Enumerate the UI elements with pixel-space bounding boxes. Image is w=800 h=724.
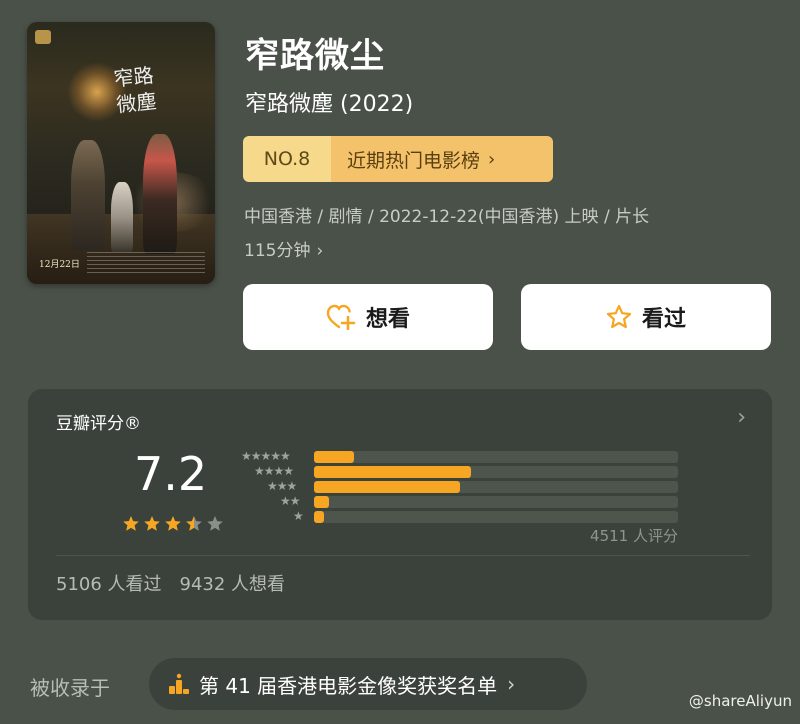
rating-bar-fill [314,466,471,478]
want-count: 9432 人想看 [179,574,286,595]
award-list-text: 第 41 届香港电影金像奖获奖名单 [199,673,498,698]
watched-count: 5106 人看过 [56,574,162,595]
movie-original-title: 窄路微塵 (2022) [245,92,414,117]
rating-bar-fill [314,511,324,523]
rating-star-icon [164,515,182,536]
poster-credits [87,252,205,276]
rank-badge[interactable]: NO.8 近期热门电影榜 › [243,136,553,182]
rating-star-icon [206,515,224,536]
watched-button[interactable]: 看过 [521,284,771,350]
rank-number: NO.8 [243,136,331,182]
rating-bar-track [314,511,678,523]
runtime-text: 115分钟 [244,241,311,261]
rating-star-icon [185,515,203,536]
rating-star-icon [122,515,140,536]
rating-bar-fill [314,481,460,493]
meta-line-1: 中国香港 / 剧情 / 2022-12-22(中国香港) 上映 / 片长 [244,207,650,227]
want-label: 想看 [365,307,410,332]
rank-list-label: 近期热门电影榜 › [331,136,553,182]
watched-label: 看过 [641,307,686,332]
poster-calligraphy-title: 窄路微塵 [112,63,158,117]
rating-bar-track [314,451,678,463]
rating-bar-fill [314,451,355,463]
poster-figure-woman [143,134,177,254]
rating-distribution-stars: ★★★★ [254,464,294,478]
rating-distribution-stars: ★★★ [267,479,297,493]
rating-card[interactable]: 豆瓣评分® › 7.2 ★★★★★ ★★★★ ★★★ ★★ ★ 4511 人评分 510… [28,389,772,620]
movie-meta[interactable]: 中国香港 / 剧情 / 2022-12-22(中国香港) 上映 / 片长 115… [244,200,764,268]
rating-distribution-stars: ★★★★★ [241,449,291,463]
award-list-chip[interactable]: 第 41 届香港电影金像奖获奖名单 › [149,658,587,710]
chevron-right-icon: › [488,148,496,170]
want-to-watch-button[interactable]: 想看 [243,284,493,350]
watermark: @shareAliyun [688,692,792,710]
poster-figure-child [111,182,133,252]
rating-score: 7.2 [134,447,208,501]
poster-release-date: 12月22日 [39,260,80,270]
rating-header: 豆瓣评分® [56,414,141,434]
rating-stars [122,515,224,536]
meta-line-2: 115分钟 › [244,234,764,268]
rank-list-text: 近期热门电影榜 [347,149,481,172]
audience-stats: 5106 人看过 9432 人想看 [56,570,285,596]
movie-poster[interactable]: 窄路微塵 12月22日 [27,22,215,284]
rating-star-icon [143,515,161,536]
award-podium-icon [167,672,191,696]
rating-count: 4511 人评分 [590,527,678,545]
movie-title: 窄路微尘 [245,36,385,76]
rating-distribution-stars: ★ [293,509,304,523]
rating-bar-track [314,496,678,508]
included-in-label: 被收录于 [30,676,110,700]
chevron-right-icon[interactable]: › [737,405,746,430]
star-outline-icon [606,304,632,330]
poster-figure-man [71,140,105,250]
rating-bar-fill [314,496,329,508]
rating-distribution-stars: ★★ [280,494,300,508]
heart-plus-icon [326,304,356,330]
divider [56,555,750,556]
chevron-right-icon: › [507,672,516,696]
chevron-right-icon: › [316,241,324,261]
poster-logo-icon [35,30,51,44]
